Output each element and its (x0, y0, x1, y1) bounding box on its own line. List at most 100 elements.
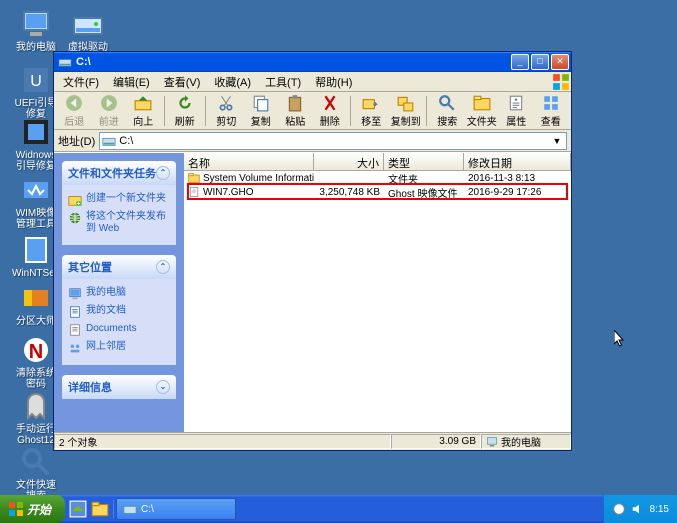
toolbar-folders-button[interactable]: 文件夹 (465, 93, 498, 129)
file-name: WIN7.GHO (203, 187, 254, 198)
sidebar-item-label: 我的文档 (86, 305, 126, 317)
menu-item[interactable]: 编辑(E) (106, 72, 157, 92)
close-button[interactable]: ✕ (551, 54, 569, 70)
menu-item[interactable]: 文件(F) (56, 72, 106, 92)
window-title: C:\ (76, 56, 511, 68)
toolbar-paste-button[interactable]: 粘贴 (279, 93, 312, 129)
col-type[interactable]: 类型 (384, 153, 464, 170)
details-panel-title: 详细信息 (68, 379, 112, 395)
toolbar-refresh-button[interactable]: 刷新 (169, 93, 202, 129)
status-count: 2 个对象 (54, 434, 391, 449)
toolbar-label: 后退 (64, 113, 84, 128)
explorer-window: C:\ _ □ ✕ 文件(F)编辑(E)查看(V)收藏(A)工具(T)帮助(H)… (53, 51, 572, 451)
address-dropdown[interactable]: ▼ (550, 136, 564, 146)
file-row[interactable]: WIN7.GHO3,250,748 KBGhost 映像文件2016-9-29 … (184, 185, 571, 199)
search-icon (438, 94, 456, 112)
chevron-up-icon: ⌃ (156, 166, 170, 180)
places-panel: 其它位置 ⌃ 我的电脑我的文档 Documents 网上邻居 (62, 255, 176, 365)
address-input-wrap[interactable]: ▼ (99, 132, 567, 150)
delete-icon (321, 94, 339, 112)
desktop-icon-search[interactable]: 文件快速搜索 (12, 446, 60, 502)
file-list[interactable]: 名称 大小 类型 修改日期 System Volume Information文… (184, 153, 571, 432)
menu-item[interactable]: 工具(T) (258, 72, 308, 92)
menubar: 文件(F)编辑(E)查看(V)收藏(A)工具(T)帮助(H) (54, 72, 571, 92)
moveto-icon (362, 94, 380, 112)
toolbar-label: 前进 (99, 113, 119, 128)
sidebar-item[interactable]: 我的文档 (68, 303, 170, 321)
status-location: 我的电脑 (481, 434, 571, 449)
docs2-icon (68, 323, 82, 337)
show-desktop-icon[interactable] (69, 500, 87, 518)
toolbar-views-button[interactable]: 查看 (535, 93, 568, 129)
status-location-text: 我的电脑 (501, 434, 541, 449)
col-name[interactable]: 名称 (184, 153, 314, 170)
sidebar-item-label: Documents (86, 323, 137, 335)
sidebar-item-label: 我的电脑 (86, 287, 126, 299)
volume-icon[interactable] (631, 502, 645, 516)
toolbar-label: 复制到 (391, 113, 421, 128)
views-icon (542, 94, 560, 112)
sidebar-item[interactable]: Documents (68, 321, 170, 339)
windows-logo-icon (8, 501, 24, 517)
sidebar-item[interactable]: 创建一个新文件夹 (68, 191, 170, 209)
svg-text:N: N (29, 341, 43, 363)
column-headers[interactable]: 名称 大小 类型 修改日期 (184, 153, 571, 171)
toolbar-search-button[interactable]: 搜索 (431, 93, 464, 129)
wim-icon (20, 174, 52, 206)
toolbar-copyto-button[interactable]: 复制到 (390, 93, 423, 129)
menu-item[interactable]: 查看(V) (157, 72, 208, 92)
toolbar-properties-button[interactable]: 属性 (500, 93, 533, 129)
toolbar-delete-button[interactable]: 删除 (314, 93, 347, 129)
sidebar-item[interactable]: 将这个文件夹发布到 Web (68, 209, 170, 237)
tray-clock[interactable]: 8:15 (650, 504, 669, 515)
toolbar-label: 搜索 (437, 113, 457, 128)
computer-icon (68, 287, 82, 301)
file-type: 文件夹 (384, 171, 464, 186)
toolbar-moveto-button[interactable]: 移至 (355, 93, 388, 129)
places-panel-title: 其它位置 (68, 259, 112, 275)
toolbar-up-button[interactable]: 向上 (127, 93, 160, 129)
address-input[interactable] (119, 135, 550, 147)
system-tray[interactable]: 8:15 (603, 495, 677, 523)
addressbar: 地址(D) ▼ (54, 130, 571, 152)
computer-icon (20, 8, 52, 40)
menu-item[interactable]: 帮助(H) (308, 72, 359, 92)
taskbar-item-explorer[interactable]: C:\ (116, 498, 236, 520)
maximize-button[interactable]: □ (531, 54, 549, 70)
paste-icon (286, 94, 304, 112)
ghost-icon (20, 390, 52, 422)
toolbar-cut-button[interactable]: 剪切 (210, 93, 243, 129)
desktop-icon-computer[interactable]: 我的电脑 (12, 8, 60, 53)
sidebar-item[interactable]: 网上邻居 (68, 339, 170, 357)
explorer-icon[interactable] (91, 500, 109, 518)
chevron-down-icon: ⌄ (156, 380, 170, 394)
forward-icon (100, 94, 118, 112)
places-panel-body: 我的电脑我的文档 Documents 网上邻居 (62, 279, 176, 365)
winnt-icon (20, 234, 52, 266)
separator (426, 96, 427, 126)
col-date[interactable]: 修改日期 (464, 153, 571, 170)
toolbar-copy-button[interactable]: 复制 (244, 93, 277, 129)
winrepair-icon (20, 116, 52, 148)
folder-icon (188, 172, 200, 184)
tasks-panel-body: 创建一个新文件夹将这个文件夹发布到 Web (62, 185, 176, 245)
col-size[interactable]: 大小 (314, 153, 384, 170)
separator (350, 96, 351, 126)
menu-item[interactable]: 收藏(A) (207, 72, 258, 92)
titlebar[interactable]: C:\ _ □ ✕ (54, 52, 571, 72)
details-panel-header[interactable]: 详细信息 ⌄ (62, 375, 176, 399)
minimize-button[interactable]: _ (511, 54, 529, 70)
cut-icon (217, 94, 235, 112)
toolbar: 后退前进向上刷新剪切复制粘贴删除移至复制到 搜索文件夹属性查看 (54, 92, 571, 130)
drive-icon (102, 134, 116, 148)
places-panel-header[interactable]: 其它位置 ⌃ (62, 255, 176, 279)
sidebar-item[interactable]: 我的电脑 (68, 285, 170, 303)
tray-app-icon[interactable] (612, 502, 626, 516)
file-row[interactable]: System Volume Information文件夹2016-11-3 8:… (184, 171, 571, 185)
taskbar: 开始 C:\ 8:15 (0, 495, 677, 523)
start-button[interactable]: 开始 (0, 495, 65, 523)
network-icon (68, 341, 82, 355)
tasks-panel-header[interactable]: 文件和文件夹任务 ⌃ (62, 161, 176, 185)
file-date: 2016-11-3 8:13 (464, 173, 571, 184)
start-label: 开始 (27, 501, 51, 518)
